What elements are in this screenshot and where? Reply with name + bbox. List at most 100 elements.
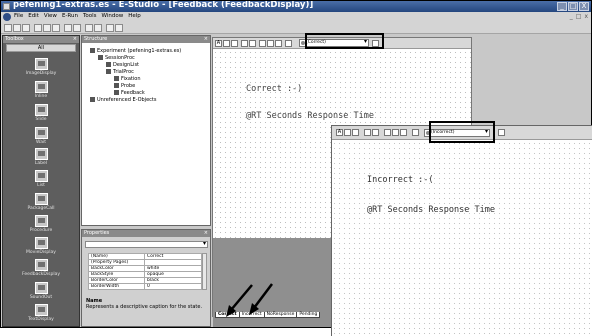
properties-panel: Properties× (Name)Correct (Property Page…	[81, 229, 211, 327]
procedure-icon	[106, 69, 111, 74]
undo-icon[interactable]	[64, 24, 72, 32]
feedback-text-incorrect[interactable]: Incorrect :-(	[367, 175, 434, 185]
label-icon	[34, 148, 48, 160]
zoom-in-icon[interactable]	[267, 40, 274, 47]
tool-list[interactable]: List	[3, 170, 79, 188]
text-tool-icon[interactable]: A	[215, 40, 222, 47]
tab-pending[interactable]: Pending	[296, 312, 321, 318]
procedure-icon	[98, 55, 103, 60]
tab-correct[interactable]: Correct	[215, 312, 240, 318]
mdi-restore-button[interactable]: □	[576, 13, 582, 20]
tree-item-fixation[interactable]: Fixation	[114, 76, 141, 82]
movie-display-icon	[34, 237, 48, 249]
close-icon[interactable]: ×	[73, 36, 77, 43]
response-time-text[interactable]: @RT Seconds Response Time	[367, 205, 495, 215]
tree-item-designlist[interactable]: DesignList	[106, 62, 139, 68]
text-display-icon	[34, 304, 48, 316]
window-controls: _ □ X	[557, 2, 589, 11]
sub-area-icon[interactable]	[364, 129, 371, 136]
sound-tool-icon[interactable]	[352, 129, 359, 136]
tool-soundout[interactable]: SoundOut	[3, 282, 79, 300]
select-icon[interactable]	[384, 129, 391, 136]
properties-icon[interactable]	[106, 24, 114, 32]
title-bar: pefening1-extras.es - E-Studio - [Feedba…	[1, 1, 591, 12]
zoom-out-icon[interactable]	[400, 129, 407, 136]
align-icon[interactable]	[372, 129, 379, 136]
feedback-display-icon	[34, 259, 48, 271]
properties-grid: (Name) Correct (Property Pages) BackColor…	[88, 253, 202, 290]
menu-tools[interactable]: Tools	[83, 13, 97, 19]
run-icon[interactable]	[94, 24, 102, 32]
menu-window[interactable]: Window	[102, 13, 124, 19]
menu-erun[interactable]: E-Run	[62, 13, 78, 19]
select-icon[interactable]	[259, 40, 266, 47]
copy-icon[interactable]	[43, 24, 51, 32]
window-title: pefening1-extras.es - E-Studio - [Feedba…	[13, 0, 314, 10]
maximize-button[interactable]: □	[568, 2, 578, 11]
align-icon[interactable]	[249, 40, 256, 47]
tool-inline[interactable]: Inline	[3, 81, 79, 99]
generate-icon[interactable]	[85, 24, 93, 32]
tool-imagedisplay[interactable]: ImageDisplay	[3, 58, 79, 76]
tool-moviedisplay[interactable]: MovieDisplay	[3, 237, 79, 255]
mdi-minimize-button[interactable]: _	[570, 13, 573, 20]
sub-area-icon[interactable]	[241, 40, 248, 47]
tree-item-unreferenced[interactable]: Unreferenced E-Objects	[90, 97, 156, 103]
save-icon[interactable]	[22, 24, 30, 32]
paste-icon[interactable]	[52, 24, 60, 32]
redo-icon[interactable]	[73, 24, 81, 32]
new-file-icon[interactable]	[4, 24, 12, 32]
object-selector[interactable]	[85, 240, 208, 248]
text-tool-icon[interactable]: A	[336, 129, 343, 136]
help-icon[interactable]	[115, 24, 123, 32]
tab-incorrect[interactable]: Incorrect	[238, 312, 265, 318]
tree-item-feedback[interactable]: Feedback	[114, 90, 145, 96]
minimize-button[interactable]: _	[557, 2, 567, 11]
app-logo-icon	[3, 3, 10, 10]
grid-icon[interactable]	[285, 40, 292, 47]
close-icon[interactable]: ×	[204, 36, 208, 43]
close-button[interactable]: X	[579, 2, 589, 11]
menu-help[interactable]: Help	[128, 13, 141, 19]
overlay-canvas[interactable]: Incorrect :-( @RT Seconds Response Time	[332, 141, 592, 336]
menu-edit[interactable]: Edit	[28, 13, 39, 19]
main-toolbar	[1, 22, 591, 34]
zoom-out-icon[interactable]	[275, 40, 282, 47]
tree-item-trialproc[interactable]: TrialProc	[106, 69, 134, 75]
unreferenced-icon	[90, 97, 95, 102]
mdi-close-button[interactable]: x	[584, 13, 588, 20]
image-tool-icon[interactable]	[223, 40, 230, 47]
tool-feedbackdisplay[interactable]: FeedbackDisplay	[3, 259, 79, 277]
tree-item-experiment[interactable]: Experiment (pefening1-extras.es)	[90, 48, 181, 54]
open-file-icon[interactable]	[13, 24, 21, 32]
image-tool-icon[interactable]	[344, 129, 351, 136]
property-row[interactable]: BorderWidth 0	[88, 283, 202, 290]
tool-slide[interactable]: Slide	[3, 104, 79, 122]
sound-out-icon	[34, 282, 48, 294]
grid-icon[interactable]	[412, 129, 419, 136]
toolbox-filter[interactable]: All	[6, 44, 76, 52]
menu-file[interactable]: File	[14, 13, 23, 19]
tree-item-probe[interactable]: Probe	[114, 83, 135, 89]
state-tabs: Correct Incorrect NoResponse Pending	[215, 312, 321, 318]
tool-textdisplay[interactable]: TextDisplay	[3, 304, 79, 322]
tool-label[interactable]: Label	[3, 148, 79, 166]
tool-procedure[interactable]: Procedure	[3, 215, 79, 233]
feedback-text-correct[interactable]: Correct :-)	[246, 84, 302, 94]
response-time-text[interactable]: @RT Seconds Response Time	[246, 111, 374, 121]
tab-noresponse[interactable]: NoResponse	[263, 312, 298, 318]
tool-wait[interactable]: Wait	[3, 127, 79, 145]
tool-packagecall[interactable]: PackageCall	[3, 193, 79, 211]
properties-scrollbar[interactable]	[202, 253, 207, 290]
menu-view[interactable]: View	[44, 13, 57, 19]
text-display-icon	[114, 76, 119, 81]
zoom-in-icon[interactable]	[392, 129, 399, 136]
sound-tool-icon[interactable]	[231, 40, 238, 47]
procedure-icon	[34, 215, 48, 227]
mdi-controls: _ □ x	[570, 13, 588, 20]
properties-icon[interactable]	[498, 129, 505, 136]
cut-icon[interactable]	[34, 24, 42, 32]
close-icon[interactable]: ×	[204, 230, 208, 237]
image-display-icon	[34, 58, 48, 70]
tree-item-sessionproc[interactable]: SessionProc	[98, 55, 135, 61]
